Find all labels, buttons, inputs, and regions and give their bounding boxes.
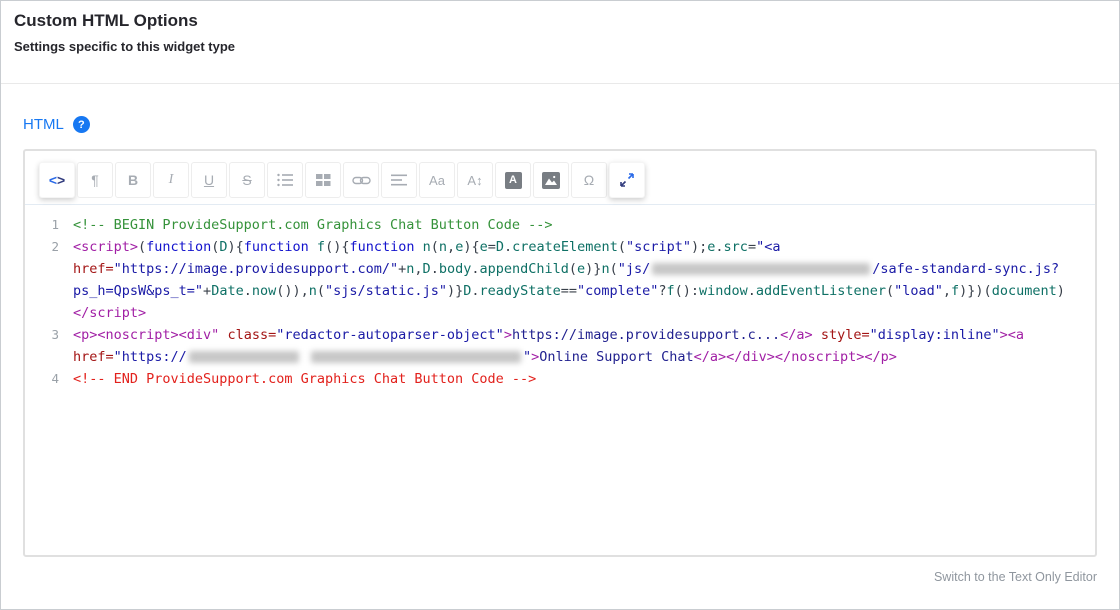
omega-icon: Ω: [584, 173, 594, 187]
bold-icon: B: [128, 173, 138, 187]
help-icon[interactable]: ?: [73, 116, 90, 133]
line-number: 1: [25, 214, 59, 236]
switch-editor-link[interactable]: Switch to the Text Only Editor: [934, 570, 1097, 584]
fontcase-icon: Aa: [429, 174, 445, 187]
html-code-editor: <> ¶ B I U S Aa A↕ A Ω 1<!-- BEGIN ProvideSupport…: [23, 149, 1097, 557]
code-row: </script>: [25, 302, 1095, 324]
code-icon: <>: [49, 173, 65, 187]
redacted-text: [189, 351, 299, 363]
unordered-list-button[interactable]: [267, 162, 303, 198]
html-field-label-row: HTML ?: [23, 116, 1097, 133]
line-number: [25, 280, 59, 302]
line-number: 2: [25, 236, 59, 258]
strikethrough-icon: S: [242, 173, 251, 187]
special-characters-button[interactable]: Ω: [571, 162, 607, 198]
insert-image-button[interactable]: [533, 162, 569, 198]
strikethrough-button[interactable]: S: [229, 162, 265, 198]
pilcrow-icon: ¶: [91, 173, 99, 187]
expand-editor-button[interactable]: [609, 162, 645, 198]
image-icon: [542, 172, 560, 189]
redacted-text: [652, 263, 870, 275]
link-icon: [352, 174, 371, 187]
code-row: href="https:// ">Online Support Chat</a>…: [25, 346, 1095, 368]
code-row: 4<!-- END ProvideSupport.com Graphics Ch…: [25, 368, 1095, 390]
italic-button[interactable]: I: [153, 162, 189, 198]
font-color-button[interactable]: A: [495, 162, 531, 198]
redacted-text: [311, 351, 521, 363]
code-line: href="https:// ">Online Support Chat</a>…: [59, 346, 897, 368]
insert-table-button[interactable]: [305, 162, 341, 198]
font-size-button[interactable]: A↕: [457, 162, 493, 198]
code-row: ps_h=QpsW&ps_t="+Date.now()),n("sjs/stat…: [25, 280, 1095, 302]
code-line: ps_h=QpsW&ps_t="+Date.now()),n("sjs/stat…: [59, 280, 1065, 302]
line-number: 3: [25, 324, 59, 346]
code-row: 3<p><noscript><div" class="redactor-auto…: [25, 324, 1095, 346]
code-line: </script>: [59, 302, 146, 324]
fontcolor-icon: A: [505, 172, 522, 189]
list-icon: [277, 173, 294, 187]
line-number: 4: [25, 368, 59, 390]
html-field-label: HTML: [23, 116, 64, 133]
page-subtitle: Settings specific to this widget type: [14, 39, 1105, 54]
italic-icon: I: [169, 173, 174, 187]
bold-button[interactable]: B: [115, 162, 151, 198]
align-icon: [391, 174, 407, 186]
editor-toolbar: <> ¶ B I U S Aa A↕ A Ω: [25, 151, 1095, 204]
table-icon: [316, 173, 331, 187]
editor-footer: Switch to the Text Only Editor: [23, 557, 1097, 586]
widget-options-panel: HTML ? <> ¶ B I U S Aa A↕ A Ω 1<!-- BEGIN Provide…: [1, 84, 1119, 586]
fontsize-icon: A↕: [467, 174, 482, 187]
line-number: [25, 302, 59, 324]
font-family-button[interactable]: Aa: [419, 162, 455, 198]
code-view-button[interactable]: <>: [39, 162, 75, 198]
code-line: <!-- BEGIN ProvideSupport.com Graphics C…: [59, 214, 553, 236]
underline-icon: U: [204, 173, 214, 187]
insert-link-button[interactable]: [343, 162, 379, 198]
code-row: 1<!-- BEGIN ProvideSupport.com Graphics …: [25, 214, 1095, 236]
paragraph-format-button[interactable]: ¶: [77, 162, 113, 198]
expand-icon: [619, 172, 635, 188]
line-number: [25, 346, 59, 368]
code-line: <script>(function(D){function f(){functi…: [59, 236, 780, 258]
code-rows: 1<!-- BEGIN ProvideSupport.com Graphics …: [25, 214, 1095, 390]
code-editor-area[interactable]: 1<!-- BEGIN ProvideSupport.com Graphics …: [25, 204, 1095, 556]
code-row: 2<script>(function(D){function f(){funct…: [25, 236, 1095, 258]
code-line: <p><noscript><div" class="redactor-autop…: [59, 324, 1024, 346]
code-line: <!-- END ProvideSupport.com Graphics Cha…: [59, 368, 536, 390]
line-number: [25, 258, 59, 280]
underline-button[interactable]: U: [191, 162, 227, 198]
page-header: Custom HTML Options Settings specific to…: [1, 1, 1119, 54]
page-title: Custom HTML Options: [14, 11, 1105, 31]
code-line: href="https://image.providesupport.com/"…: [59, 258, 1059, 280]
code-row: href="https://image.providesupport.com/"…: [25, 258, 1095, 280]
alignment-button[interactable]: [381, 162, 417, 198]
